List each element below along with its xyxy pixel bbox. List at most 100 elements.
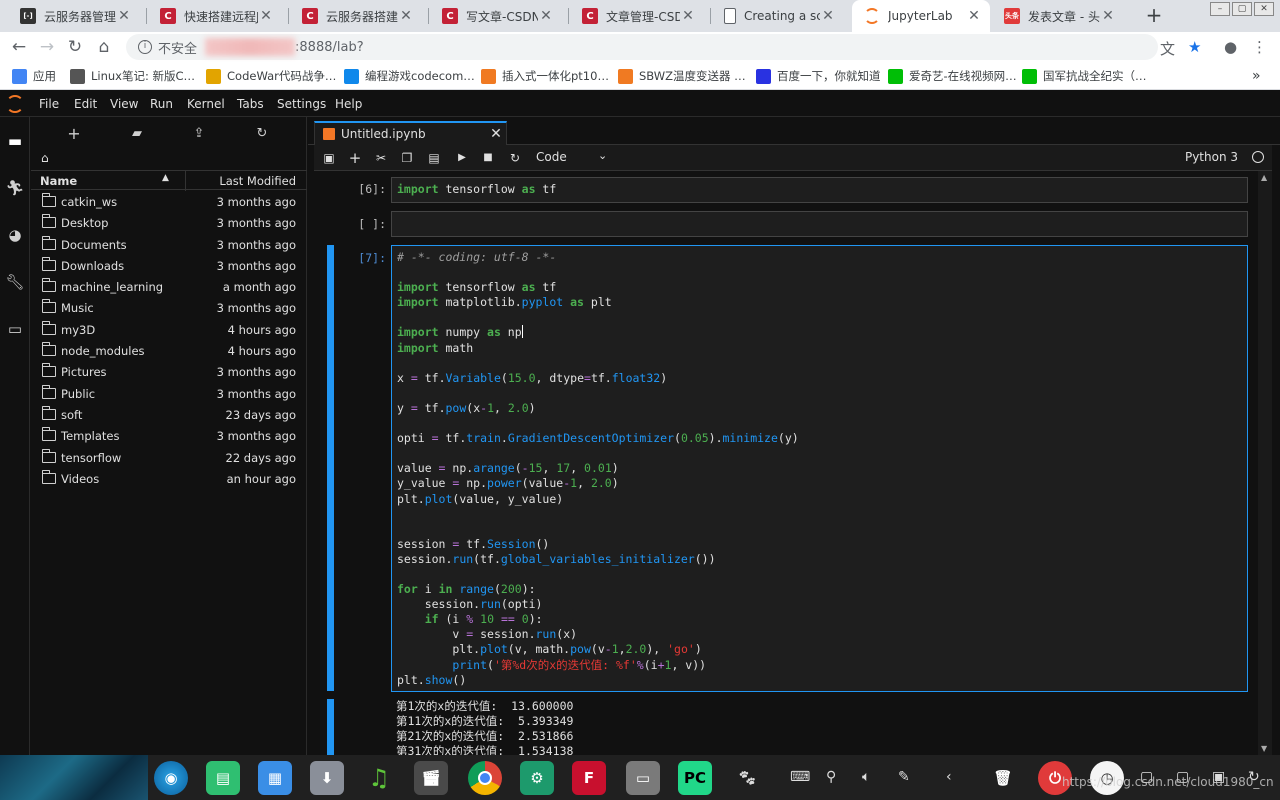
cell-editor[interactable]: import tensorflow as tf bbox=[391, 177, 1248, 203]
bookmark-item[interactable]: 百度一下，你就知道 bbox=[756, 67, 881, 85]
notebook-tab[interactable]: Untitled.ipynb ✕ bbox=[314, 121, 507, 145]
file-row[interactable]: Templates 3 months ago bbox=[31, 425, 307, 446]
close-tab-icon[interactable]: ✕ bbox=[116, 8, 132, 24]
file-row[interactable]: Desktop 3 months ago bbox=[31, 212, 307, 233]
address-bar[interactable]: i 不安全 :8888/lab? bbox=[126, 34, 1158, 60]
run-icon[interactable]: ▶ bbox=[453, 149, 471, 167]
close-tab-icon[interactable]: ✕ bbox=[538, 8, 554, 24]
browser-tab[interactable]: C 快速搭建远程Jupyter✕ bbox=[148, 0, 282, 32]
forward-arrow-icon[interactable]: → bbox=[36, 36, 58, 58]
file-row[interactable]: Public 3 months ago bbox=[31, 383, 307, 404]
browser-tab[interactable]: Creating a scene✕ bbox=[712, 0, 844, 32]
music-icon[interactable]: ♫ bbox=[362, 761, 396, 795]
browser-tab[interactable]: [-] 云服务器管理控制台✕ bbox=[8, 0, 140, 32]
file-row[interactable]: Music 3 months ago bbox=[31, 297, 307, 318]
maximize-button[interactable]: ▢ bbox=[1232, 2, 1252, 16]
close-tab-icon[interactable]: ✕ bbox=[398, 8, 414, 24]
notebook-scrollbar[interactable]: ▲ ▼ bbox=[1258, 171, 1272, 755]
minimize-button[interactable]: – bbox=[1210, 2, 1230, 16]
browser-tab[interactable]: C 云服务器搭建神经网络✕ bbox=[290, 0, 422, 32]
back-arrow-icon[interactable]: ← bbox=[8, 36, 30, 58]
bookmark-item[interactable]: 插入式一体化pt10… bbox=[481, 67, 609, 85]
reload-icon[interactable]: ↻ bbox=[64, 36, 86, 58]
chrome-icon[interactable] bbox=[468, 761, 502, 795]
close-tab-icon[interactable]: ✕ bbox=[258, 8, 274, 24]
file-row[interactable]: machine_learning a month ago bbox=[31, 276, 307, 297]
app-store-icon[interactable]: ⬇ bbox=[310, 761, 344, 795]
bookmark-item[interactable]: 应用 bbox=[12, 67, 56, 85]
new-tab-button[interactable]: + bbox=[1142, 4, 1166, 28]
bookmark-star-icon[interactable]: ★ bbox=[1188, 38, 1201, 56]
file-row[interactable]: my3D 4 hours ago bbox=[31, 319, 307, 340]
bookmark-item[interactable]: 国军抗战全纪实（… bbox=[1022, 67, 1147, 85]
file-row[interactable]: tensorflow 22 days ago bbox=[31, 447, 307, 468]
home-breadcrumb-icon[interactable]: ⌂ bbox=[41, 151, 49, 165]
menu-kebab-icon[interactable]: ⋮ bbox=[1252, 38, 1267, 56]
close-tab-icon[interactable]: ✕ bbox=[486, 126, 506, 142]
account-icon[interactable]: ● bbox=[1224, 38, 1237, 56]
bookmark-item[interactable]: SBWZ温度变送器 … bbox=[618, 67, 746, 85]
file-row[interactable]: Documents 3 months ago bbox=[31, 234, 307, 255]
keyboard-icon[interactable]: ⌨ bbox=[790, 769, 810, 785]
bookmark-item[interactable]: 编程游戏codecom… bbox=[344, 67, 475, 85]
file-row[interactable]: soft 23 days ago bbox=[31, 404, 307, 425]
bookmark-item[interactable]: CodeWar代码战争… bbox=[206, 67, 336, 85]
window-manager-icon[interactable]: ▦ bbox=[258, 761, 292, 795]
save-icon[interactable]: ▣ bbox=[320, 149, 338, 167]
bookmark-item[interactable]: 爱奇艺-在线视频网… bbox=[888, 67, 1017, 85]
browser-tab[interactable]: C 写文章-CSDN博客✕ bbox=[430, 0, 562, 32]
menu-settings[interactable]: Settings bbox=[277, 97, 326, 111]
file-row[interactable]: Pictures 3 months ago bbox=[31, 361, 307, 382]
tabs-icon[interactable]: ▭ bbox=[5, 319, 25, 339]
tray-collapse-icon[interactable]: ‹ bbox=[946, 769, 952, 785]
wrench-icon[interactable]: 🔧︎ bbox=[5, 272, 25, 292]
file-row[interactable]: node_modules 4 hours ago bbox=[31, 340, 307, 361]
menu-run[interactable]: Run bbox=[150, 97, 173, 111]
cell-collapser[interactable] bbox=[327, 245, 334, 691]
browser-tab[interactable]: 头条发表文章 - 头条号✕ bbox=[992, 0, 1124, 32]
foxit-icon[interactable]: F bbox=[572, 761, 606, 795]
launcher-icon[interactable]: ◉ bbox=[154, 761, 188, 795]
cell-editor[interactable]: # -*- coding: utf-8 -*- import tensorflo… bbox=[391, 245, 1248, 692]
close-tab-icon[interactable]: ✕ bbox=[1100, 8, 1116, 24]
menu-help[interactable]: Help bbox=[335, 97, 362, 111]
gimp-icon[interactable]: 🐾︎ bbox=[730, 761, 764, 795]
file-manager-icon[interactable]: ▭ bbox=[626, 761, 660, 795]
output-collapser[interactable] bbox=[327, 699, 334, 755]
close-tab-icon[interactable]: ✕ bbox=[680, 8, 696, 24]
menu-kernel[interactable]: Kernel bbox=[187, 97, 225, 111]
home-icon[interactable]: ⌂ bbox=[93, 36, 115, 58]
new-launcher-button[interactable]: + bbox=[64, 125, 84, 143]
file-row[interactable]: Downloads 3 months ago bbox=[31, 255, 307, 276]
pen-icon[interactable]: ✎ bbox=[898, 769, 910, 785]
upload-icon[interactable]: ⇪ bbox=[189, 125, 209, 143]
info-icon[interactable]: i bbox=[138, 40, 152, 54]
kernel-name[interactable]: Python 3 bbox=[1185, 150, 1238, 164]
chevron-down-icon[interactable]: ⌄ bbox=[598, 149, 607, 162]
terminal-icon[interactable]: ▤ bbox=[206, 761, 240, 795]
menu-view[interactable]: View bbox=[110, 97, 138, 111]
file-row[interactable]: catkin_ws 3 months ago bbox=[31, 191, 307, 212]
volume-icon[interactable]: 🔈︎ bbox=[862, 769, 870, 785]
video-icon[interactable]: 🎬︎ bbox=[414, 761, 448, 795]
cell-editor[interactable] bbox=[391, 211, 1248, 237]
palette-icon[interactable]: ◕ bbox=[5, 225, 25, 245]
menu-tabs[interactable]: Tabs bbox=[237, 97, 264, 111]
settings-icon[interactable]: ⚙ bbox=[520, 761, 554, 795]
pycharm-icon[interactable]: PC bbox=[678, 761, 712, 795]
cut-icon[interactable]: ✂ bbox=[372, 149, 390, 167]
cell-type-select[interactable]: Code bbox=[536, 150, 567, 164]
bookmark-item[interactable]: Linux笔记: 新版C… bbox=[70, 67, 195, 85]
browser-tab[interactable]: C 文章管理-CSDN博客✕ bbox=[570, 0, 704, 32]
running-icon[interactable]: 🏃︎ bbox=[5, 178, 25, 198]
menu-file[interactable]: File bbox=[39, 97, 59, 111]
translate-icon[interactable]: 文 bbox=[1160, 38, 1175, 59]
trash-icon[interactable]: 🗑︎ bbox=[986, 761, 1020, 795]
usb-icon[interactable]: ⚲ bbox=[826, 769, 836, 785]
close-tab-icon[interactable]: ✕ bbox=[966, 8, 982, 24]
more-bookmarks-icon[interactable]: » bbox=[1252, 67, 1261, 85]
name-column-header[interactable]: Name bbox=[40, 174, 77, 188]
last-modified-column-header[interactable]: Last Modified bbox=[219, 174, 296, 188]
close-window-button[interactable]: ✕ bbox=[1254, 2, 1274, 16]
restart-icon[interactable]: ↻ bbox=[506, 149, 524, 167]
